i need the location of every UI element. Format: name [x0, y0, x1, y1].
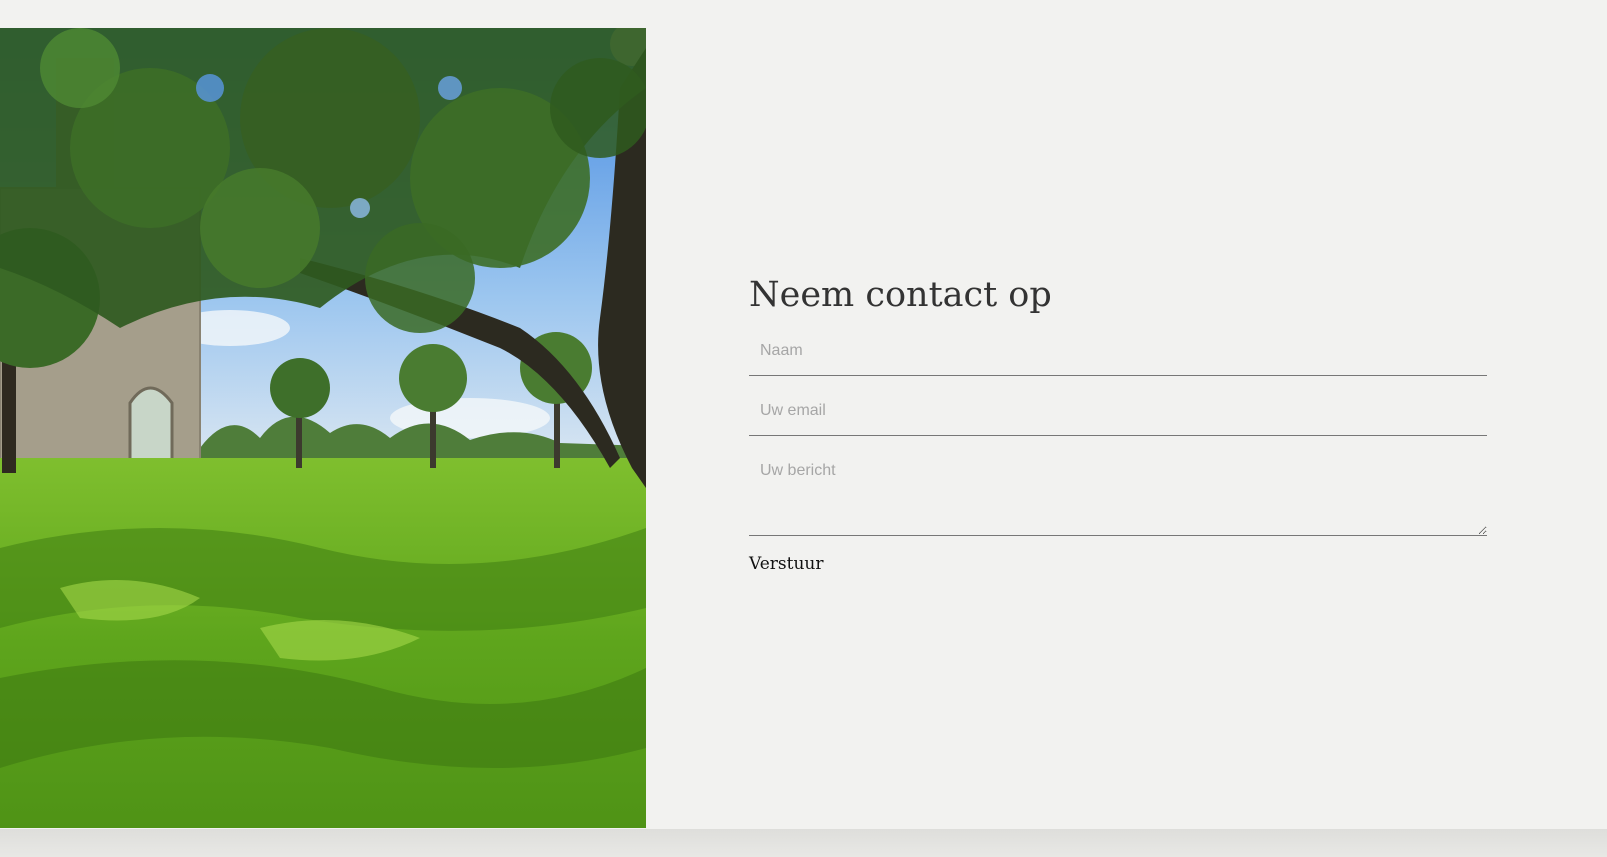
contact-form: Neem contact op Verstuur: [749, 270, 1487, 574]
page: Neem contact op Verstuur: [0, 0, 1607, 857]
contact-title: Neem contact op: [749, 275, 1052, 315]
submit-button[interactable]: Verstuur: [749, 554, 823, 574]
garden-photo: [0, 28, 646, 828]
name-input[interactable]: [749, 326, 1487, 376]
email-input[interactable]: [749, 386, 1487, 436]
message-textarea[interactable]: [749, 452, 1487, 536]
bottom-strip: [0, 829, 1607, 857]
